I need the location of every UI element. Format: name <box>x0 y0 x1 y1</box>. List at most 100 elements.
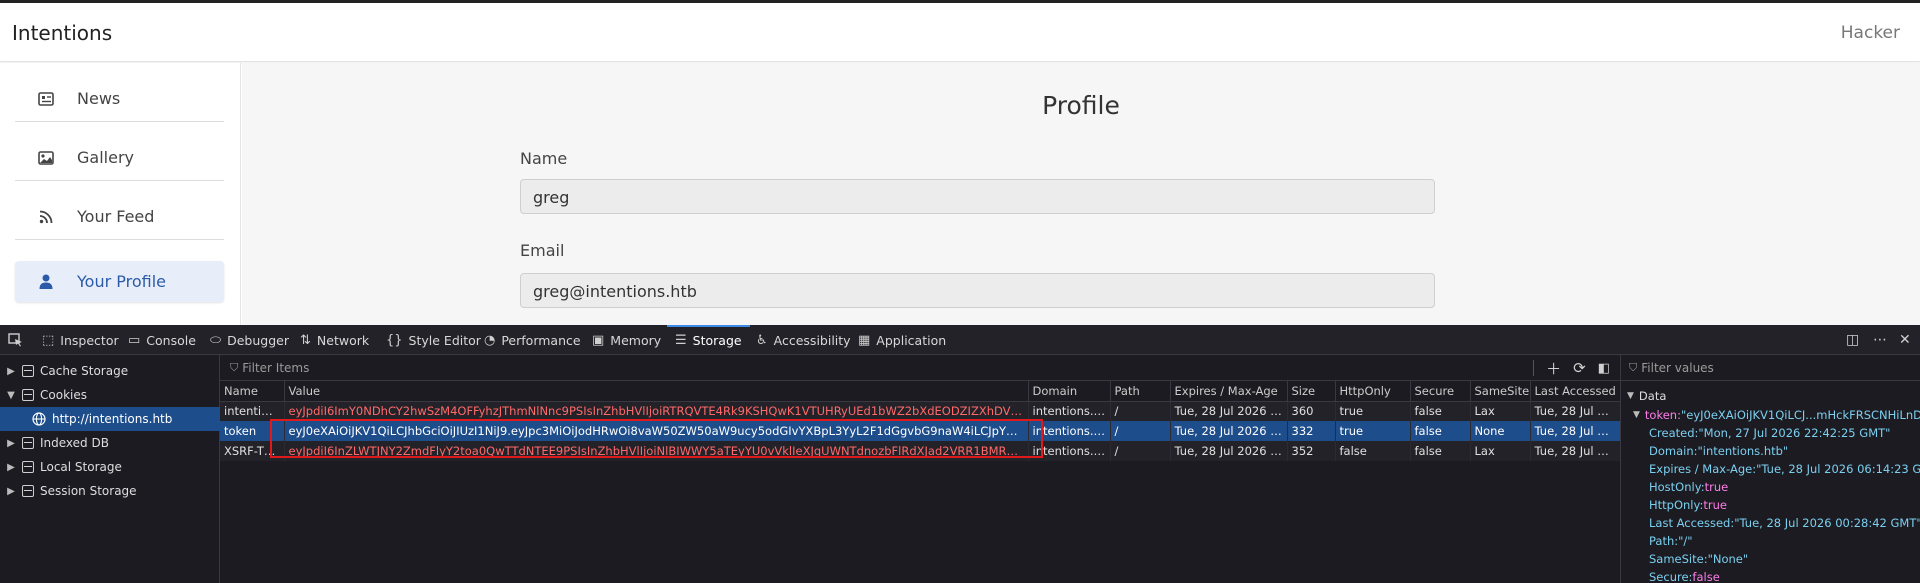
expand-arrow-icon[interactable]: ▶ <box>4 438 18 449</box>
column-header[interactable]: Path <box>1110 381 1171 402</box>
brand-link[interactable]: Intentions <box>12 21 112 45</box>
sidebar-item-your-profile[interactable]: Your Profile <box>15 261 224 302</box>
tab-label: Style Editor <box>408 332 481 348</box>
tree-item-session-storage[interactable]: ▶ Session Storage <box>0 479 220 503</box>
column-header[interactable]: Domain <box>1028 381 1111 402</box>
tree-item-cache-storage[interactable]: ▶ Cache Storage <box>0 359 220 383</box>
sidebar-item-your-feed[interactable]: Your Feed <box>15 194 224 240</box>
column-header[interactable]: Expires / Max-Age <box>1170 381 1288 402</box>
table-row[interactable]: intention... eyJpdiI6ImY0NDhCY2hwSzM4OFF… <box>220 401 1621 421</box>
cell-samesite: None <box>1470 421 1531 441</box>
filter-icon: ⛉ <box>230 360 239 374</box>
tab-label: Memory <box>610 332 662 348</box>
table-row[interactable]: token eyJ0eXAiOiJKV1QiLCJhbGciOiJIUzI1Ni… <box>220 421 1621 441</box>
column-header[interactable]: HttpOnly <box>1335 381 1411 402</box>
close-devtools-button[interactable]: ✕ <box>1899 325 1911 355</box>
pick-element-button[interactable] <box>8 325 23 355</box>
toggle-sidebar-icon[interactable]: ◧ <box>1598 361 1610 376</box>
column-header[interactable]: Secure <box>1410 381 1471 402</box>
dock-side-button[interactable]: ◫ <box>1846 325 1859 355</box>
property-row[interactable]: HttpOnly: true <box>1649 496 1727 514</box>
tree-item-cookie-host[interactable]: http://intentions.htb <box>0 407 220 431</box>
tab-debugger[interactable]: ⬭ Debugger <box>210 325 289 355</box>
tab-style-editor[interactable]: {} Style Editor <box>386 325 481 355</box>
filter-values-input[interactable] <box>1641 360 1892 375</box>
sidebar-item-label: Your Feed <box>77 207 155 226</box>
token-entry[interactable]: ▼ token: "eyJ0eXAiOiJKV1QiLCJ...mHckFRSC… <box>1633 406 1920 424</box>
tree-item-cookies[interactable]: ▼ Cookies <box>0 383 220 407</box>
property-row[interactable]: Created: "Mon, 27 Jul 2026 22:42:25 GMT" <box>1649 424 1890 442</box>
property-key: SameSite: <box>1649 552 1708 566</box>
sidebar-item-gallery[interactable]: Gallery <box>15 135 224 181</box>
image-icon <box>15 150 77 165</box>
tab-application[interactable]: ▦ Application <box>858 325 946 355</box>
filter-values-bar: ⛉ <box>1621 355 1920 381</box>
devtools-toolbar: ⬚ Inspector ▭ Console ⬭ Debugger ⇅ Netwo… <box>0 325 1920 355</box>
column-header[interactable]: Size <box>1287 381 1336 402</box>
sidebar: News Gallery Your Feed Your Profile <box>0 63 241 325</box>
tree-item-local-storage[interactable]: ▶ Local Storage <box>0 455 220 479</box>
cell-httponly: true <box>1335 421 1411 441</box>
property-row[interactable]: Last Accessed: "Tue, 28 Jul 2026 00:28:42… <box>1649 514 1920 532</box>
tab-label: Application <box>876 332 947 348</box>
sidebar-item-news[interactable]: News <box>15 76 224 122</box>
tree-item-label: Indexed DB <box>40 436 109 450</box>
expand-arrow-icon[interactable]: ▶ <box>4 462 18 473</box>
add-item-icon[interactable]: ＋ <box>1546 358 1561 379</box>
tree-item-label: Cache Storage <box>40 364 129 378</box>
property-row[interactable]: Path: "/" <box>1649 532 1693 550</box>
column-header[interactable]: Last Accessed <box>1530 381 1621 402</box>
email-label: Email <box>520 241 565 260</box>
more-options-button[interactable]: ⋯ <box>1873 325 1887 355</box>
collapse-arrow-icon: ▼ <box>1633 410 1640 420</box>
data-section-header[interactable]: ▼ Data <box>1627 387 1666 405</box>
tab-label: Storage <box>692 332 742 348</box>
cell-name: intention... <box>220 401 285 421</box>
expand-arrow-icon[interactable]: ▶ <box>4 366 18 377</box>
expand-arrow-icon[interactable]: ▶ <box>4 486 18 497</box>
email-field[interactable]: greg@intentions.htb <box>520 273 1435 308</box>
cell-path: / <box>1110 441 1171 461</box>
property-value: "/" <box>1678 534 1693 548</box>
property-row[interactable]: Expires / Max-Age: "Tue, 28 Jul 2026 06:1… <box>1649 460 1920 478</box>
user-menu-link[interactable]: Hacker <box>1841 23 1900 43</box>
accessibility-icon: ♿ <box>756 332 768 348</box>
tab-network[interactable]: ⇅ Network <box>300 325 369 355</box>
user-icon <box>15 274 77 289</box>
close-icon: ✕ <box>1899 332 1911 348</box>
table-row[interactable]: XSRF-TO... eyJpdiI6InZLWTJNY2ZmdFlyY2toa… <box>220 441 1621 461</box>
name-label: Name <box>520 149 568 168</box>
property-row[interactable]: HostOnly: true <box>1649 478 1728 496</box>
network-icon: ⇅ <box>300 332 311 348</box>
tab-console[interactable]: ▭ Console <box>128 325 196 355</box>
cell-expires: Tue, 28 Jul 2026 02... <box>1170 401 1288 421</box>
tab-accessibility[interactable]: ♿ Accessibility <box>756 325 851 355</box>
column-header[interactable]: SameSite <box>1470 381 1531 402</box>
debugger-icon: ⬭ <box>210 332 222 348</box>
sidebar-item-label: News <box>77 89 121 108</box>
inspector-icon: ⬚ <box>42 332 55 348</box>
tab-inspector[interactable]: ⬚ Inspector <box>42 325 119 355</box>
filter-items-input[interactable] <box>242 360 543 375</box>
cell-last-accessed: Tue, 28 Jul 2026 00... <box>1530 421 1621 441</box>
tab-storage[interactable]: ☰ Storage <box>667 325 750 355</box>
collapse-arrow-icon[interactable]: ▼ <box>4 390 18 401</box>
tree-item-indexed-db[interactable]: ▶ Indexed DB <box>0 431 220 455</box>
application-icon: ▦ <box>858 332 871 348</box>
property-row[interactable]: Domain: "intentions.htb" <box>1649 442 1788 460</box>
column-header[interactable]: Value <box>284 381 1029 402</box>
tab-performance[interactable]: ◔ Performance <box>484 325 581 355</box>
column-header[interactable]: Name <box>220 381 285 402</box>
property-row[interactable]: Secure: false <box>1649 568 1720 583</box>
tab-memory[interactable]: ▣ Memory <box>592 325 661 355</box>
name-field[interactable]: greg <box>520 179 1435 214</box>
property-key: Domain: <box>1649 444 1698 458</box>
web-page: Intentions Hacker News Gallery Your Feed <box>0 0 1920 325</box>
refresh-icon[interactable]: ⟳ <box>1573 359 1586 377</box>
tree-item-label: Local Storage <box>40 460 122 474</box>
console-icon: ▭ <box>128 332 141 348</box>
filter-icon: ⛉ <box>1629 360 1638 374</box>
property-row[interactable]: SameSite: "None" <box>1649 550 1748 568</box>
property-value: "Mon, 27 Jul 2026 22:42:25 GMT" <box>1698 426 1891 440</box>
cell-expires: Tue, 28 Jul 2026 02... <box>1170 441 1288 461</box>
